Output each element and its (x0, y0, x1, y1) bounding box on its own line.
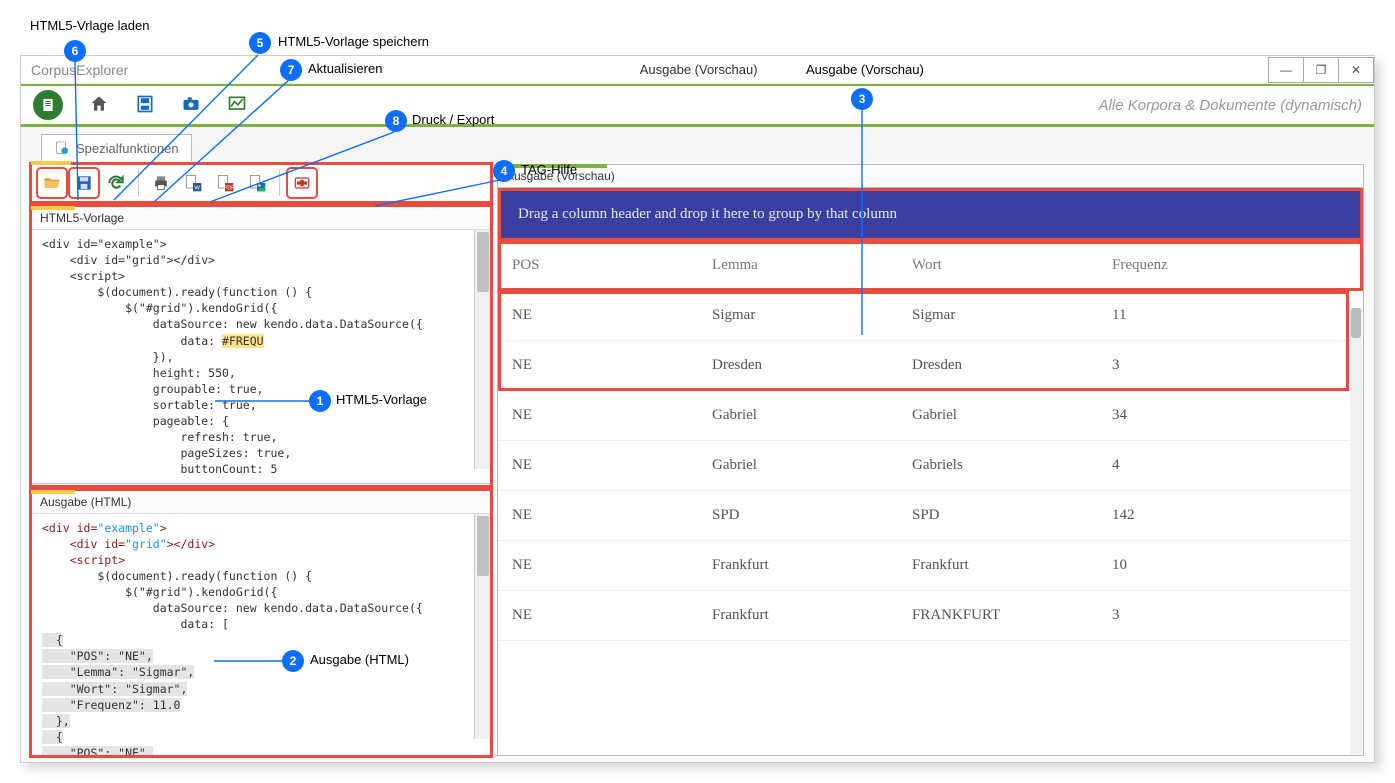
annotation-4-label: TAG-Hilfe (521, 162, 577, 177)
panel-ausgabe-html: Ausgabe (HTML) <div id="example"> <div i… (31, 490, 491, 756)
col-wort[interactable]: Wort (898, 241, 1098, 290)
save-button[interactable] (70, 169, 98, 197)
group-drop-area[interactable]: Drag a column header and drop it here to… (498, 188, 1363, 241)
export-word-button[interactable]: W (179, 169, 207, 197)
app-title: CorpusExplorer (31, 62, 128, 78)
anno-bubble-2: 2 (282, 650, 304, 672)
anno-bubble-1: 1 (309, 390, 331, 412)
annotation-7-label: Aktualisieren (308, 61, 382, 76)
anno-bubble-6: 6 (64, 40, 86, 62)
doc-globe-icon (54, 140, 70, 156)
row-selection-highlight (498, 291, 1349, 391)
grid-vscrollbar[interactable] (1350, 308, 1362, 754)
col-frequenz[interactable]: Frequenz (1098, 241, 1363, 290)
anno-bubble-8: 8 (385, 110, 407, 132)
code-editor[interactable]: <div id="example"> <div id="grid"></div>… (32, 230, 490, 483)
panel-html5-vorlage: HTML5-Vorlage <div id="example"> <div id… (31, 206, 491, 486)
grid-rows: NESigmarSigmar11NEDresdenDresden3NEGabri… (498, 291, 1363, 755)
panel-ausgabe-vorschau: Ausgabe (Vorschau) Drag a column header … (497, 164, 1364, 756)
main-toolbar: Alle Korpora & Dokumente (dynamisch) (21, 84, 1374, 124)
anno-bubble-7: 7 (280, 59, 302, 81)
help-button[interactable] (288, 169, 316, 197)
titlebar: CorpusExplorer Ausgabe (Vorschau) — ❐ ✕ (21, 56, 1374, 84)
vscrollbar[interactable] (474, 514, 490, 739)
anno-bubble-5: 5 (249, 32, 271, 54)
table-row[interactable]: NEFrankfurtFRANKFURT3 (498, 591, 1363, 641)
svg-text:PDF: PDF (224, 186, 234, 192)
grid-header: POS Lemma Wort Frequenz (498, 241, 1363, 291)
annotation-6-label: HTML5-Vrlage laden (30, 18, 149, 33)
refresh-button[interactable] (102, 169, 130, 197)
annotation-8-label: Druck / Export (412, 112, 494, 127)
home-icon[interactable] (89, 94, 109, 117)
annotation-5-label: HTML5-Vorlage speichern (278, 34, 429, 49)
annotation-3-label: Ausgabe (Vorschau) (806, 62, 924, 77)
table-row[interactable]: NEFrankfurtFrankfurt10 (498, 541, 1363, 591)
app-window: CorpusExplorer Ausgabe (Vorschau) — ❐ ✕ … (20, 55, 1375, 763)
anno-bubble-4: 4 (493, 160, 515, 182)
table-row[interactable]: NEGabrielGabriel34 (498, 391, 1363, 441)
secondary-toolbar: W PDF (31, 164, 491, 202)
camera-icon[interactable] (181, 94, 201, 117)
annotation-1-label: HTML5-Vorlage (336, 392, 427, 407)
tab-spezialfunktionen[interactable]: Spezialfunktionen (41, 134, 192, 161)
print-button[interactable] (147, 169, 175, 197)
hscrollbar[interactable]: ◄► (32, 483, 490, 484)
html-output[interactable]: <div id="example"> <div id="grid"></div>… (32, 514, 490, 755)
table-row[interactable]: NESPDSPD142 (498, 491, 1363, 541)
disk-icon[interactable] (135, 94, 155, 117)
table-row[interactable]: NEGabrielGabriels4 (498, 441, 1363, 491)
panel-html5-vorlage-title: HTML5-Vorlage (32, 207, 490, 230)
open-button[interactable] (38, 169, 66, 197)
window-maximize-button[interactable]: ❐ (1303, 57, 1339, 83)
svg-text:W: W (194, 186, 200, 192)
app-logo-icon[interactable] (33, 90, 63, 120)
col-pos[interactable]: POS (498, 241, 698, 290)
annotation-2-label: Ausgabe (HTML) (310, 652, 409, 667)
tab-strip: Spezialfunktionen (21, 127, 1374, 161)
scope-label: Alle Korpora & Dokumente (dynamisch) (1099, 97, 1362, 114)
chart-icon[interactable] (227, 94, 247, 117)
window-close-button[interactable]: ✕ (1338, 57, 1374, 83)
tab-label: Spezialfunktionen (76, 141, 179, 156)
export-pdf-button[interactable]: PDF (211, 169, 239, 197)
window-minimize-button[interactable]: — (1268, 57, 1304, 83)
anno-bubble-3: 3 (851, 88, 873, 110)
panel-ausgabe-html-title: Ausgabe (HTML) (32, 491, 490, 514)
col-lemma[interactable]: Lemma (698, 241, 898, 290)
export-image-button[interactable] (243, 169, 271, 197)
vscrollbar[interactable] (474, 230, 490, 469)
